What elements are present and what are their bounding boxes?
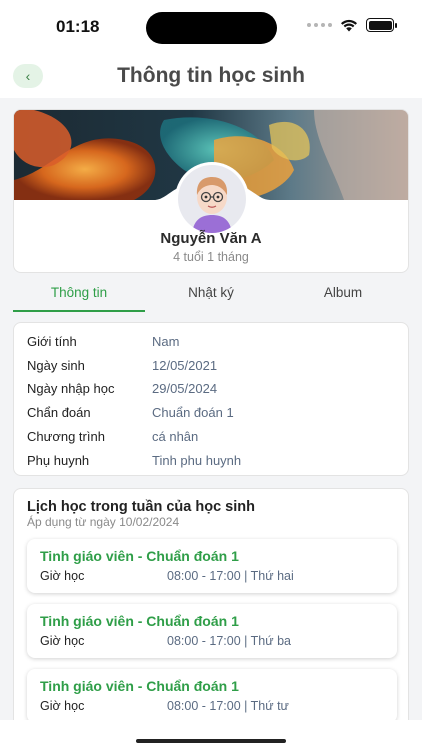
schedule-item[interactable]: Tinh giáo viên - Chuẩn đoán 1 Giờ học 08… [27, 539, 397, 593]
info-value: 29/05/2024 [152, 381, 218, 396]
schedule-item-title: Tinh giáo viên - Chuẩn đoán 1 [40, 613, 239, 629]
schedule-item-time: 08:00 - 17:00 | Thứ hai [167, 569, 294, 583]
info-value: Chuẩn đoán 1 [152, 405, 234, 420]
schedule-subtitle: Áp dụng từ ngày 10/02/2024 [27, 515, 180, 529]
tab-bar: Thông tin Nhật ký Album [13, 278, 409, 314]
status-icons [307, 18, 397, 32]
schedule-item-time: 08:00 - 17:00 | Thứ ba [167, 634, 291, 648]
nav-bar: ‹ Thông tin học sinh [0, 56, 422, 98]
schedule-item-title: Tinh giáo viên - Chuẩn đoán 1 [40, 678, 239, 694]
weekly-schedule-card: Lịch học trong tuần của học sinh Áp dụng… [13, 488, 409, 728]
schedule-item-label: Giờ học [40, 569, 85, 583]
cellular-signal-icon [307, 23, 332, 27]
info-value: 12/05/2021 [152, 358, 218, 373]
battery-icon [366, 18, 397, 32]
schedule-item-title: Tinh giáo viên - Chuẩn đoán 1 [40, 548, 239, 564]
student-info-card: Giới tính Nam Ngày sinh 12/05/2021 Ngày … [13, 322, 409, 476]
info-label: Chẩn đoán [27, 405, 91, 420]
schedule-item[interactable]: Tinh giáo viên - Chuẩn đoán 1 Giờ học 08… [27, 669, 397, 723]
schedule-item-label: Giờ học [40, 634, 85, 648]
student-age: 4 tuổi 1 tháng [173, 250, 249, 264]
info-value: Tinh phu huynh [152, 453, 242, 468]
wifi-icon [341, 19, 357, 31]
info-label: Ngày sinh [27, 358, 85, 373]
info-label: Giới tính [27, 334, 77, 349]
status-bar: 01:18 [0, 0, 422, 56]
dynamic-island [146, 12, 277, 44]
info-label: Ngày nhập học [27, 381, 115, 396]
student-name: Nguyễn Văn A [160, 230, 262, 247]
schedule-title: Lịch học trong tuần của học sinh [27, 499, 255, 515]
tab-diary[interactable]: Nhật ký [145, 278, 277, 314]
info-label: Phụ huynh [27, 453, 90, 468]
tab-active-indicator [13, 310, 145, 312]
info-value: cá nhân [152, 429, 199, 444]
info-value: Nam [152, 334, 180, 349]
bottom-safe-area [0, 720, 422, 750]
avatar [175, 162, 249, 236]
info-label: Chương trình [27, 429, 105, 444]
tab-info[interactable]: Thông tin [13, 278, 145, 314]
schedule-item[interactable]: Tinh giáo viên - Chuẩn đoán 1 Giờ học 08… [27, 604, 397, 658]
profile-card: Nguyễn Văn A 4 tuổi 1 tháng [13, 109, 409, 273]
tab-album[interactable]: Album [277, 278, 409, 314]
page-title: Thông tin học sinh [117, 64, 305, 87]
student-avatar-icon [178, 165, 246, 233]
schedule-item-time: 08:00 - 17:00 | Thứ tư [167, 699, 289, 713]
home-indicator[interactable] [136, 739, 286, 743]
schedule-item-label: Giờ học [40, 699, 85, 713]
status-time: 01:18 [56, 17, 100, 36]
